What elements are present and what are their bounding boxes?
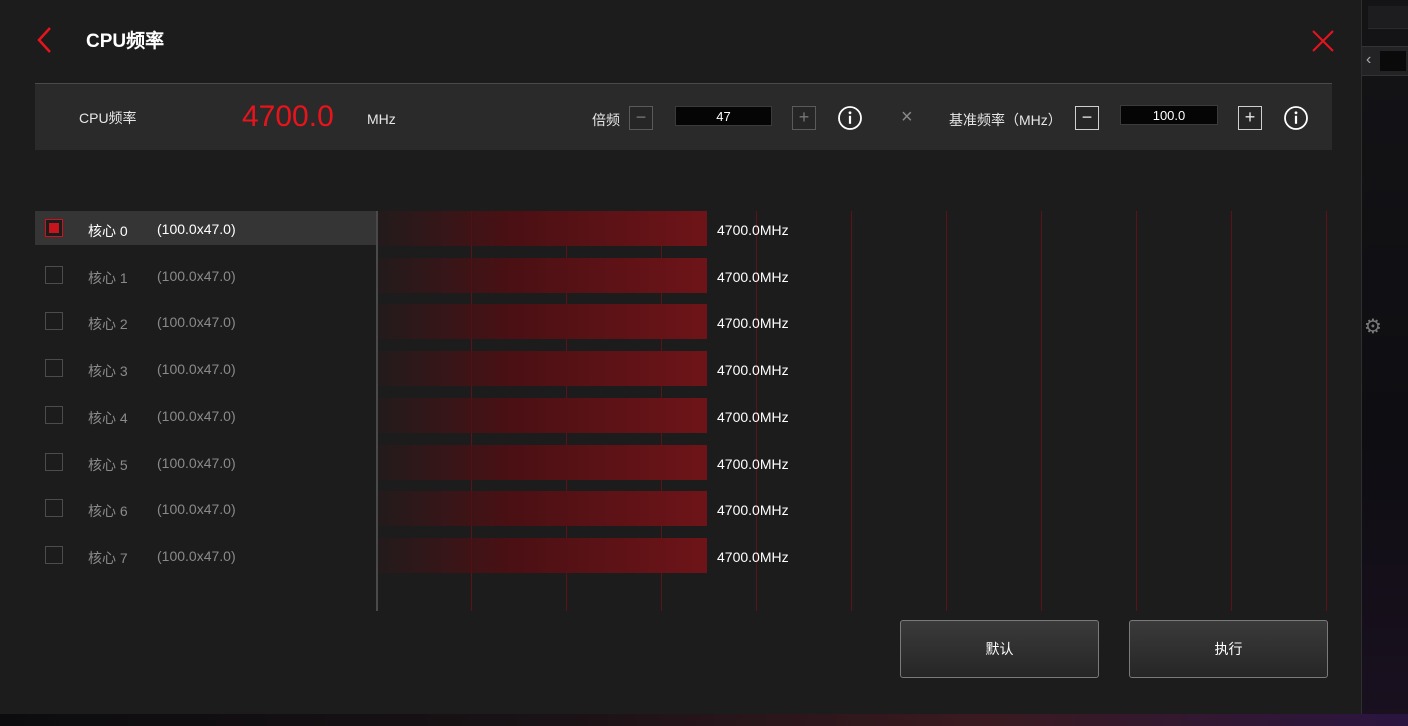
- frequency-bar-label: 4700.0MHz: [717, 456, 789, 472]
- multiplier-decrease-button[interactable]: −: [629, 106, 653, 130]
- cpu-frequency-value: 4700.0: [242, 100, 334, 133]
- multiplier-label: 倍频: [592, 112, 620, 128]
- minus-icon: −: [635, 107, 647, 127]
- frequency-bar: [378, 258, 707, 293]
- default-button[interactable]: 默认: [900, 620, 1099, 678]
- base-frequency-increase-button[interactable]: +: [1238, 106, 1262, 130]
- core-checkbox[interactable]: [45, 312, 63, 330]
- core-name: 核心 3: [88, 363, 128, 379]
- frequency-bar: [378, 398, 707, 433]
- core-row[interactable]: 核心 6 (100.0x47.0): [35, 491, 377, 525]
- gear-icon: ⚙: [1364, 316, 1382, 338]
- core-ratio: (100.0x47.0): [157, 501, 236, 517]
- core-checkbox[interactable]: [45, 499, 63, 517]
- core-row[interactable]: 核心 2 (100.0x47.0): [35, 304, 377, 338]
- grid-line: [946, 211, 947, 611]
- background-strip: [0, 714, 1408, 726]
- cpu-frequency-dialog: CPU频率 CPU频率 4700.0 MHz 倍频 − 47 + × 基准频率（…: [0, 0, 1362, 714]
- core-name: 核心 2: [88, 316, 128, 332]
- core-checkbox[interactable]: [45, 453, 63, 471]
- frequency-bar: [378, 491, 707, 526]
- frequency-bar-label: 4700.0MHz: [717, 409, 789, 425]
- frequency-bar-label: 4700.0MHz: [717, 502, 789, 518]
- core-ratio: (100.0x47.0): [157, 548, 236, 564]
- core-checkbox[interactable]: [45, 359, 63, 377]
- cpu-frequency-unit: MHz: [367, 111, 396, 127]
- background-toolbar: [1368, 6, 1408, 29]
- core-row[interactable]: 核心 3 (100.0x47.0): [35, 351, 377, 385]
- grid-line: [851, 211, 852, 611]
- frequency-bar: [378, 211, 707, 246]
- apply-button[interactable]: 执行: [1129, 620, 1328, 678]
- plus-icon: +: [1244, 107, 1256, 127]
- core-name: 核心 5: [88, 457, 128, 473]
- core-row[interactable]: 核心 1 (100.0x47.0): [35, 258, 377, 292]
- chevron-left-icon: ‹: [1366, 51, 1372, 68]
- core-ratio: (100.0x47.0): [157, 361, 236, 377]
- grid-line: [1041, 211, 1042, 611]
- cpu-frequency-label: CPU频率: [79, 110, 137, 126]
- core-checkbox[interactable]: [45, 219, 63, 237]
- core-row[interactable]: 核心 5 (100.0x47.0): [35, 445, 377, 479]
- multiplier-increase-button[interactable]: +: [792, 106, 816, 130]
- frequency-bar-label: 4700.0MHz: [717, 315, 789, 331]
- close-button[interactable]: [1310, 28, 1336, 54]
- frequency-bar: [378, 538, 707, 573]
- frequency-bar-label: 4700.0MHz: [717, 269, 789, 285]
- background-field: [1380, 51, 1406, 71]
- core-list: 核心 0 (100.0x47.0) 核心 1 (100.0x47.0) 核心 2 (100…: [35, 211, 377, 611]
- frequency-bar-label: 4700.0MHz: [717, 549, 789, 565]
- core-name: 核心 4: [88, 410, 128, 426]
- core-name: 核心 7: [88, 550, 128, 566]
- frequency-bar: [378, 445, 707, 480]
- core-ratio: (100.0x47.0): [157, 408, 236, 424]
- frequency-bar: [378, 351, 707, 386]
- base-frequency-decrease-button[interactable]: −: [1075, 106, 1099, 130]
- base-frequency-input[interactable]: 100.0: [1120, 105, 1218, 125]
- info-icon[interactable]: [1283, 105, 1309, 131]
- grid-line: [1231, 211, 1232, 611]
- core-name: 核心 0: [88, 223, 128, 239]
- minus-icon: −: [1081, 107, 1093, 127]
- multiply-icon: ×: [901, 106, 913, 128]
- core-row[interactable]: 核心 7 (100.0x47.0): [35, 538, 377, 572]
- core-ratio: (100.0x47.0): [157, 314, 236, 330]
- core-row[interactable]: 核心 4 (100.0x47.0): [35, 398, 377, 432]
- core-ratio: (100.0x47.0): [157, 268, 236, 284]
- multiplier-input[interactable]: 47: [675, 106, 772, 126]
- frequency-bar-label: 4700.0MHz: [717, 362, 789, 378]
- base-frequency-label: 基准频率（MHz）: [949, 112, 1062, 128]
- core-checkbox[interactable]: [45, 266, 63, 284]
- core-name: 核心 6: [88, 503, 128, 519]
- core-checkbox[interactable]: [45, 406, 63, 424]
- back-button[interactable]: [34, 26, 58, 54]
- core-name: 核心 1: [88, 270, 128, 286]
- core-ratio: (100.0x47.0): [157, 221, 236, 237]
- core-ratio: (100.0x47.0): [157, 455, 236, 471]
- frequency-bar-label: 4700.0MHz: [717, 222, 789, 238]
- frequency-bar: [378, 304, 707, 339]
- core-checkbox[interactable]: [45, 546, 63, 564]
- grid-line: [1326, 211, 1327, 611]
- core-frequency-chart: 4700.0MHz 4700.0MHz 4700.0MHz 4700.0MHz 4700…: [378, 211, 1338, 611]
- frequency-control-bar: CPU频率 4700.0 MHz 倍频 − 47 + × 基准频率（MHz） −…: [35, 83, 1332, 150]
- info-icon[interactable]: [837, 105, 863, 131]
- background-panel: ‹: [1362, 46, 1408, 76]
- page-title: CPU频率: [86, 31, 165, 52]
- plus-icon: +: [798, 107, 810, 127]
- background-app: ‹ ⚙: [1362, 0, 1408, 726]
- grid-line: [1136, 211, 1137, 611]
- core-row[interactable]: 核心 0 (100.0x47.0): [35, 211, 377, 245]
